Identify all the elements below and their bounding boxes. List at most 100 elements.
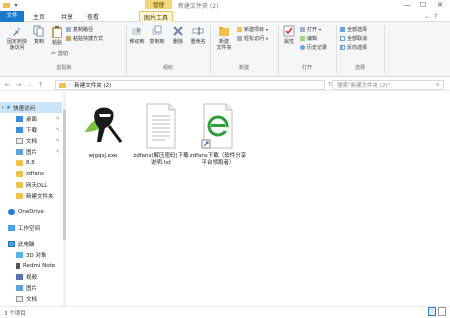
sidebar-item-videos[interactable]: 视频 [0,271,62,282]
properties-label: 属性 [283,38,294,45]
search-input[interactable]: 搜索"新建文件夹 (2)" [332,80,444,90]
cube-icon [16,251,23,258]
star-icon: ★ [6,104,11,111]
forward-arrow-icon[interactable]: → [14,80,23,89]
minimize-button[interactable]: — [400,0,414,10]
sidebar-item-redmi-note[interactable]: Redmi Note [0,260,62,271]
sidebar-item-desktop[interactable]: 桌面 ✎ [0,113,62,124]
tab-share[interactable]: 共享 [58,11,76,22]
file-item[interactable]: zdfans(解压密码)下载说明.txt [133,102,189,167]
file-name: zdfans下载（软件分享平台领跑者） [189,153,247,167]
sidebar-item-documents-pc[interactable]: 文档 [0,293,62,304]
maximize-button[interactable]: ☐ [416,0,430,10]
sidebar-item-label: 快速访问 [12,105,35,112]
tab-picture-tools[interactable]: 图片工具 [139,11,173,22]
properties-button[interactable]: 属性 [282,25,296,46]
tab-file[interactable]: 文件 [0,11,24,22]
group-open-label: 打开 [301,65,312,71]
pin-icon: ✎ [55,126,60,133]
edit-icon [300,36,305,41]
ribbon: 固定到快速访问 复制 粘贴 复制路径 粘贴快捷方式 ✂ 剪切 剪贴板 移动到 复… [0,22,450,77]
recent-locations-icon[interactable]: ⌄ [25,80,34,89]
new-item-button[interactable]: 新建项目 ▾ [237,26,268,33]
invert-selection-button[interactable]: 反向选择 [340,44,367,51]
sidebar-item-downloads[interactable]: 下载 ✎ [0,124,62,135]
copy-button[interactable]: 复制 [32,25,46,46]
file-name: wjgqsj.exe [88,153,118,160]
easy-access-icon [237,36,242,41]
sidebar-item-label: Redmi Note [23,262,56,269]
sidebar-item-zdfans[interactable]: zdfans [0,168,62,179]
cut-label: 剪切 [58,51,69,57]
copy-to-icon [152,25,162,35]
sidebar-item-label: 工作空间 [18,225,41,232]
sidebar-item-label: 此电脑 [18,241,35,248]
sidebar-item-pictures[interactable]: 图片 ✎ [0,146,62,157]
workspace-icon [8,224,15,231]
up-arrow-icon[interactable]: ↑ [36,80,45,89]
manage-tab[interactable]: 管理 [145,0,172,9]
open-button[interactable]: 打开 ▾ [300,26,321,33]
help-icon[interactable]: ? [434,13,437,20]
easy-access-button[interactable]: 轻松访问 ▾ [237,35,268,42]
select-all-button[interactable]: 全部选择 [340,26,367,33]
new-item-label: 新建项目 [244,27,265,33]
sidebar-item-this-pc[interactable]: 此电脑 [0,238,62,249]
tab-home[interactable]: 主页 [30,11,48,22]
paste-shortcut-icon [66,36,71,41]
cut-button[interactable]: ✂ 剪切 [51,50,68,57]
copy-to-label: 复制到 [149,38,165,45]
details-view-icon[interactable] [428,307,436,316]
large-icons-view-icon[interactable] [438,307,446,316]
dropdown-icon: ▾ [319,27,322,32]
sidebar-item-label: 文档 [26,138,38,145]
select-none-label: 全部取消 [347,36,368,42]
copy-to-button[interactable]: 复制到 [149,25,165,46]
copy-path-button[interactable]: 复制路径 [66,26,93,33]
select-none-button[interactable]: 全部取消 [340,35,367,42]
paste-shortcut-button[interactable]: 粘贴快捷方式 [66,35,103,42]
sidebar-item-onedrive[interactable]: OneDrive [0,206,62,217]
back-arrow-icon[interactable]: ← [3,80,12,89]
rename-button[interactable]: 重命名 [189,25,207,46]
scissors-icon: ✂ [51,50,57,57]
ribbon-divider [384,25,385,73]
clipboard-icon [52,26,62,38]
edit-button[interactable]: 编辑 [300,35,317,42]
history-button[interactable]: 历史记录 [300,44,327,51]
new-folder-button[interactable]: 新建 文件夹 [214,25,234,51]
sidebar-item-pictures-pc[interactable]: 图片 [0,282,62,293]
sidebar-item-wangtian-dll[interactable]: 网天DLL [0,179,62,190]
file-item[interactable]: zdfans下载（软件分享平台领跑者） [187,102,249,167]
properties-check-icon [283,25,295,37]
dropdown-icon: ▾ [266,36,269,41]
tab-view[interactable]: 查看 [84,11,102,22]
file-list: wjgqsj.exe zdfans(解压密码)下载说明.txt zdfans下载… [67,92,450,306]
delete-button[interactable]: 删除 [170,25,186,46]
sidebar-item-documents[interactable]: 文档 ✎ [0,135,62,146]
file-item[interactable]: wjgqsj.exe [75,102,131,160]
document-icon [16,137,23,144]
ribbon-divider [126,25,127,73]
sidebar-item-quick-access[interactable]: › ★ 快速访问 [0,102,62,113]
address-bar[interactable]: › 新建文件夹 (2) [55,80,325,90]
pin-quick-access-button[interactable]: 固定到快速访问 [4,25,30,51]
dropdown-icon: ▾ [266,27,269,32]
sidebar-item-workspace[interactable]: 工作空间 [0,222,62,233]
paste-button[interactable]: 粘贴 [50,25,64,47]
close-button[interactable]: ✕ [433,0,447,10]
quick-access-dropdown-icon[interactable]: ▾ [12,1,20,9]
move-to-label: 移动到 [129,38,145,45]
breadcrumb-current[interactable]: 新建文件夹 (2) [74,81,111,89]
sidebar-scrollbar-thumb[interactable] [63,110,66,240]
title-bar: ▾ 管理 新建文件夹 (2) — ☐ ✕ [0,0,450,11]
move-to-button[interactable]: 移动到 [129,25,145,46]
sidebar-item-8-8[interactable]: 8.8 [0,157,62,168]
sidebar-item-new-folder[interactable]: 新建文件夹 [0,190,62,201]
sidebar-item-3d-objects[interactable]: 3D 对象 [0,249,62,260]
collapse-ribbon-icon[interactable]: ⌄ [424,13,429,20]
sidebar-item-label: 桌面 [26,116,38,123]
group-clipboard-label: 剪贴板 [56,65,72,71]
pin-quick-access-label: 固定到快速访问 [6,38,27,51]
search-icon[interactable]: ⌕ [436,81,439,89]
